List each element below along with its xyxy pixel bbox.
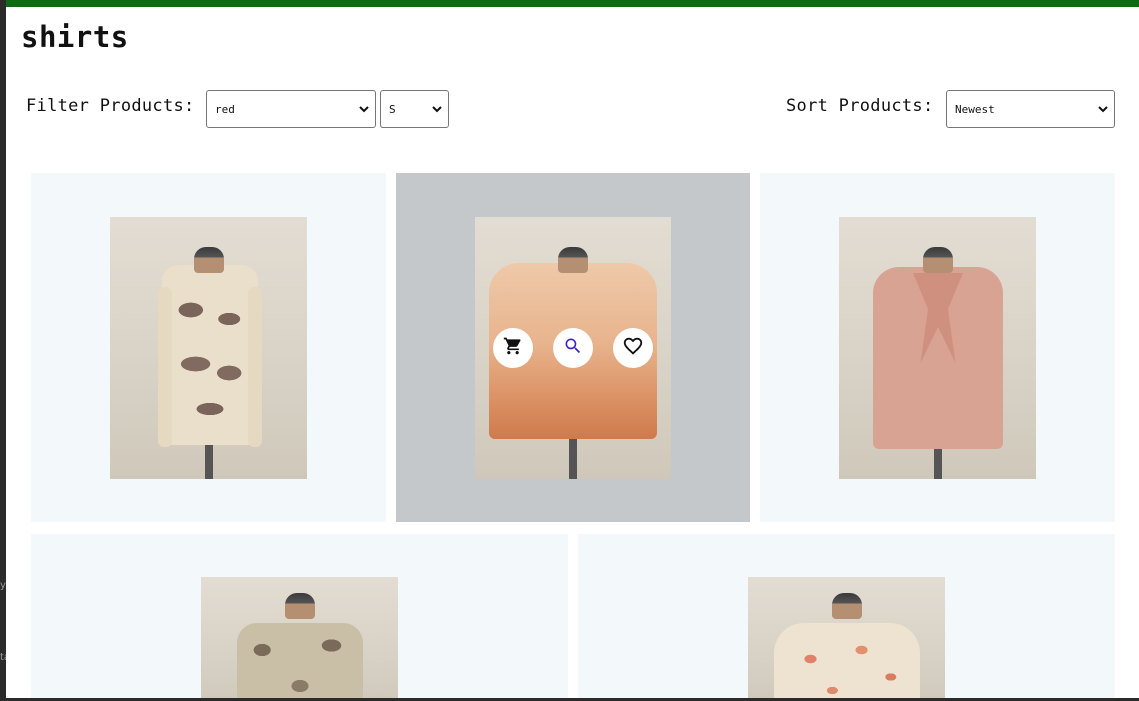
mannequin-neck: [558, 247, 588, 273]
shop-page: shirts Filter Products: red S Sort Produ…: [6, 0, 1139, 698]
color-filter-select[interactable]: red: [206, 90, 376, 128]
product-card[interactable]: [578, 534, 1115, 698]
product-image[interactable]: [839, 217, 1036, 479]
add-to-wishlist-button[interactable]: [613, 328, 653, 368]
mannequin-neck: [284, 593, 315, 619]
product-image[interactable]: [748, 577, 945, 698]
garment-sleeve: [158, 287, 172, 447]
page-title: shirts: [21, 20, 129, 54]
garment-print: [162, 265, 258, 445]
filter-label: Filter Products:: [26, 96, 195, 116]
product-card[interactable]: [31, 173, 386, 522]
top-accent-bar: [6, 0, 1139, 7]
garment-floral-top: [774, 623, 920, 698]
product-image[interactable]: [110, 217, 307, 479]
search-icon: [563, 336, 583, 360]
garment-leaf-top: [237, 623, 363, 698]
size-filter-wrap: S: [380, 90, 449, 128]
mannequin-neck: [193, 247, 224, 273]
garment-sleeve: [248, 287, 262, 447]
size-filter-select[interactable]: S: [380, 90, 449, 128]
sort-select[interactable]: Newest: [946, 90, 1115, 128]
heart-icon: [622, 335, 644, 361]
product-card[interactable]: [760, 173, 1115, 522]
sort-select-wrap: Newest: [946, 90, 1115, 128]
sort-label: Sort Products:: [786, 96, 934, 116]
product-card[interactable]: [31, 534, 568, 698]
quick-view-button[interactable]: [553, 328, 593, 368]
mannequin-neck: [831, 593, 862, 619]
product-image[interactable]: [201, 577, 398, 698]
cart-icon: [503, 336, 523, 360]
product-card[interactable]: [396, 173, 750, 522]
color-filter-wrap: red: [206, 90, 376, 128]
add-to-cart-button[interactable]: [493, 328, 533, 368]
mannequin-neck: [922, 247, 953, 273]
